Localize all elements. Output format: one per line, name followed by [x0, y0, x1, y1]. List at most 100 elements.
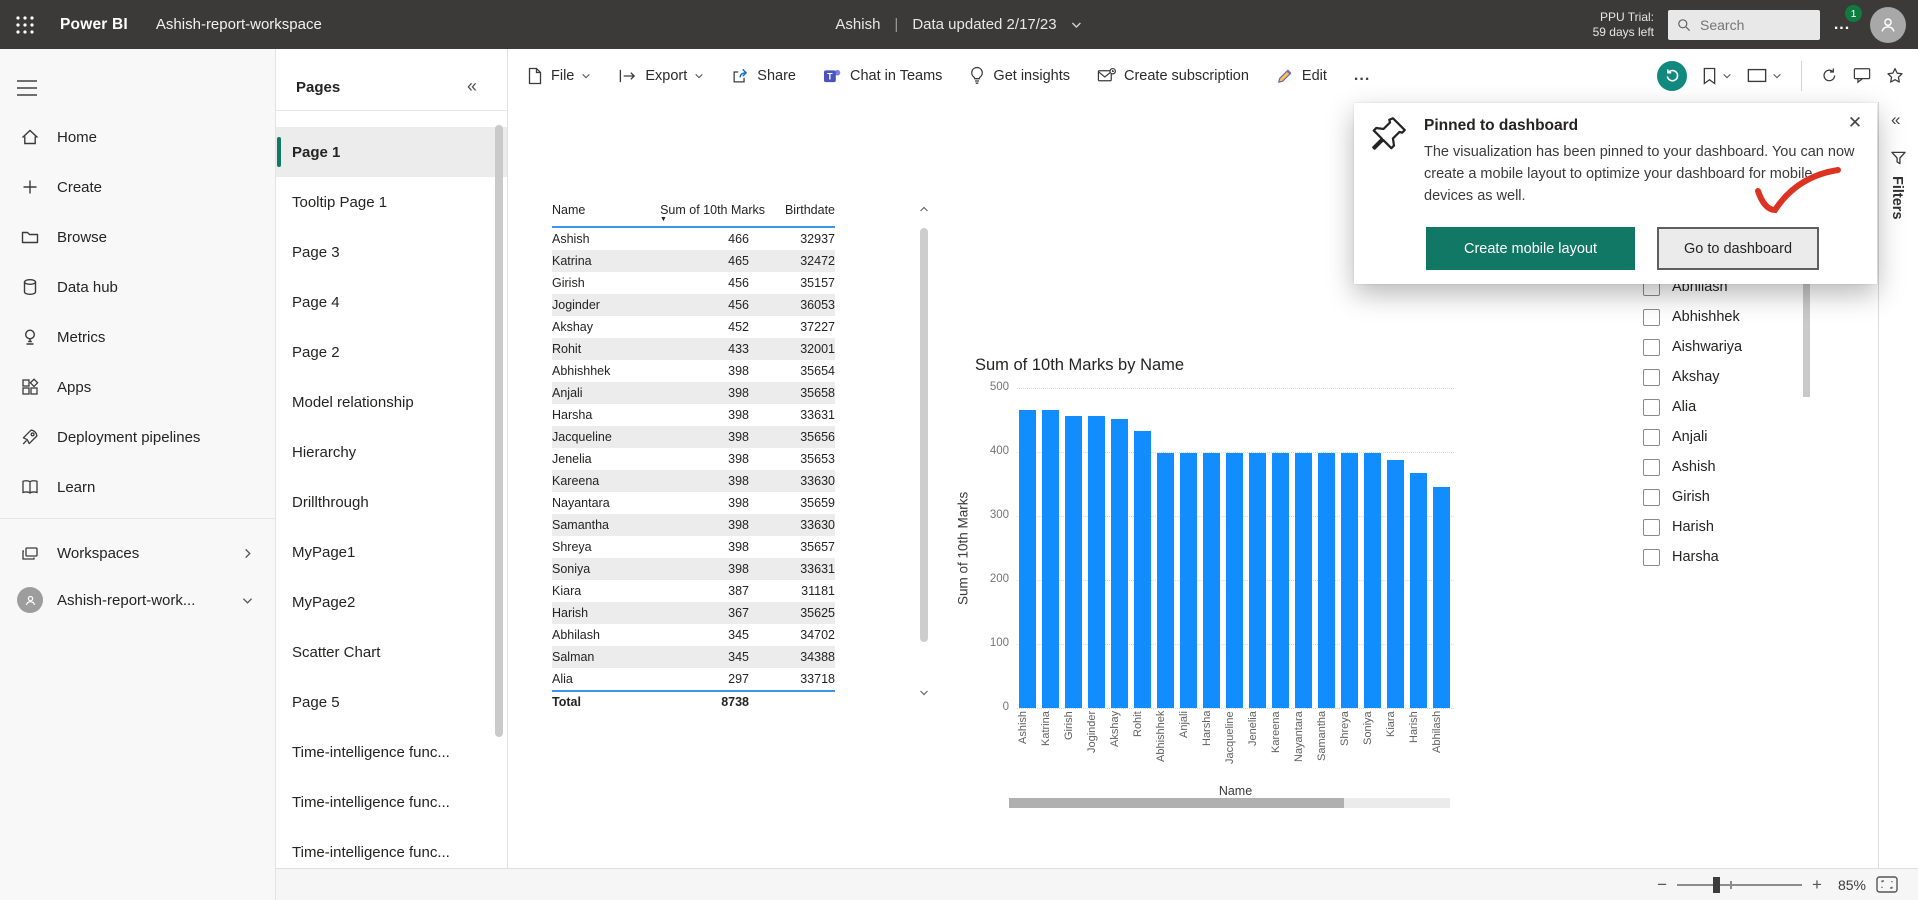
chat-in-teams-button[interactable]: T Chat in Teams — [823, 67, 942, 85]
reset-filters-icon[interactable] — [1657, 61, 1687, 91]
table-row[interactable]: Girish45635157 — [552, 272, 835, 294]
page-item[interactable]: Page 3 — [276, 227, 507, 277]
app-launcher-icon[interactable] — [13, 13, 37, 37]
sidebar-item-home[interactable]: Home — [0, 112, 275, 162]
sidebar-item-metrics[interactable]: Metrics — [0, 312, 275, 362]
sidebar-item-deployment-pipelines[interactable]: Deployment pipelines — [0, 412, 275, 462]
bar-Abhilash[interactable] — [1433, 487, 1450, 708]
bar-Katrina[interactable] — [1042, 410, 1059, 708]
page-item[interactable]: Page 5 — [276, 677, 507, 727]
zoom-slider-thumb[interactable] — [1713, 877, 1720, 893]
bar-Samantha[interactable] — [1318, 453, 1335, 708]
slicer-item-harish[interactable]: Harish — [1643, 512, 1813, 542]
bar-Harish[interactable] — [1410, 473, 1427, 708]
bar-Soniya[interactable] — [1364, 453, 1381, 708]
expand-filters-icon[interactable]: « — [1891, 110, 1900, 130]
table-visual[interactable]: Name Sum of 10th Marks ▼ Birthdate Ashis… — [552, 203, 835, 712]
table-row[interactable]: Nayantara39835659 — [552, 492, 835, 514]
table-row[interactable]: Katrina46532472 — [552, 250, 835, 272]
page-item[interactable]: Page 1 — [276, 127, 507, 177]
data-updated-label[interactable]: Data updated 2/17/23 — [912, 16, 1056, 33]
sidebar-item-workspaces[interactable]: Workspaces — [0, 528, 275, 578]
bar-Ashish[interactable] — [1019, 410, 1036, 708]
bar-Abhishhek[interactable] — [1157, 453, 1174, 708]
sidebar-item-apps[interactable]: Apps — [0, 362, 275, 412]
checkbox-unchecked[interactable] — [1643, 339, 1660, 356]
page-item[interactable]: Time-intelligence func... — [276, 827, 507, 868]
bar-Rohit[interactable] — [1134, 431, 1151, 708]
search-input[interactable] — [1700, 17, 1810, 33]
table-row[interactable]: Kiara38731181 — [552, 580, 835, 602]
column-header-marks[interactable]: Sum of 10th Marks ▼ — [642, 203, 765, 226]
checkbox-unchecked[interactable] — [1643, 399, 1660, 416]
table-row[interactable]: Harish36735625 — [552, 602, 835, 624]
workspace-breadcrumb[interactable]: Ashish-report-workspace — [156, 16, 322, 33]
table-row[interactable]: Alia29733718 — [552, 668, 835, 690]
table-row[interactable]: Soniya39833631 — [552, 558, 835, 580]
bar-Kareena[interactable] — [1272, 453, 1289, 708]
page-item[interactable]: Time-intelligence func... — [276, 777, 507, 827]
column-header-name[interactable]: Name — [552, 203, 642, 226]
notification-badge[interactable]: 1 — [1845, 5, 1862, 22]
go-to-dashboard-button[interactable]: Go to dashboard — [1657, 227, 1819, 270]
page-item[interactable]: Model relationship — [276, 377, 507, 427]
sidebar-item-current-workspace[interactable]: Ashish-report-work... — [0, 575, 275, 625]
bar-Jacqueline[interactable] — [1226, 453, 1243, 708]
global-search[interactable] — [1668, 10, 1820, 40]
pages-scrollbar[interactable] — [495, 125, 503, 737]
table-row[interactable]: Jenelia39835653 — [552, 448, 835, 470]
zoom-slider-track[interactable] — [1677, 884, 1802, 886]
toolbar-more-icon[interactable]: ... — [1354, 67, 1370, 85]
table-row[interactable]: Akshay45237227 — [552, 316, 835, 338]
bar-Kiara[interactable] — [1387, 460, 1404, 708]
checkbox-unchecked[interactable] — [1643, 309, 1660, 326]
table-row[interactable]: Shreya39835657 — [552, 536, 835, 558]
table-scrollbar-thumb[interactable] — [920, 228, 928, 642]
bar-Harsha[interactable] — [1203, 453, 1220, 708]
bar-chart-visual[interactable]: Sum of 10th Marks by Name Sum of 10th Ma… — [955, 352, 1467, 822]
page-item[interactable]: Page 2 — [276, 327, 507, 377]
table-row[interactable]: Salman34534388 — [552, 646, 835, 668]
fit-to-page-icon[interactable] — [1876, 876, 1898, 893]
get-insights-button[interactable]: Get insights — [969, 66, 1070, 85]
table-row[interactable]: Ashish46632937 — [552, 228, 835, 250]
filter-funnel-icon[interactable] — [1890, 150, 1907, 166]
table-row[interactable]: Jacqueline39835656 — [552, 426, 835, 448]
sidebar-item-data-hub[interactable]: Data hub — [0, 262, 275, 312]
checkbox-unchecked[interactable] — [1643, 369, 1660, 386]
page-item[interactable]: Drillthrough — [276, 477, 507, 527]
table-row[interactable]: Samantha39833630 — [552, 514, 835, 536]
close-icon[interactable]: ✕ — [1843, 111, 1867, 135]
hamburger-menu-icon[interactable] — [16, 79, 38, 97]
page-item[interactable]: Scatter Chart — [276, 627, 507, 677]
slicer-item-ashish[interactable]: Ashish — [1643, 452, 1813, 482]
bar-Girish[interactable] — [1065, 416, 1082, 708]
account-avatar[interactable] — [1870, 7, 1906, 43]
table-row[interactable]: Abhishhek39835654 — [552, 360, 835, 382]
notifications-more[interactable]: ... 1 — [1820, 0, 1864, 49]
create-subscription-button[interactable]: Create subscription — [1097, 67, 1249, 84]
slicer-item-anjali[interactable]: Anjali — [1643, 422, 1813, 452]
page-item[interactable]: MyPage1 — [276, 527, 507, 577]
slicer-scrollbar[interactable] — [1803, 284, 1810, 397]
checkbox-unchecked[interactable] — [1643, 549, 1660, 566]
zoom-slider[interactable] — [1677, 876, 1802, 894]
table-row[interactable]: Rohit43332001 — [552, 338, 835, 360]
export-menu[interactable]: Export — [618, 68, 704, 84]
refresh-icon[interactable] — [1821, 67, 1838, 84]
file-menu[interactable]: File — [527, 67, 591, 85]
page-item[interactable]: Hierarchy — [276, 427, 507, 477]
page-item[interactable]: Tooltip Page 1 — [276, 177, 507, 227]
bar-Akshay[interactable] — [1111, 419, 1128, 708]
bar-Jenelia[interactable] — [1249, 453, 1266, 708]
slicer-item-aishwariya[interactable]: Aishwariya — [1643, 332, 1813, 362]
checkbox-unchecked[interactable] — [1643, 489, 1660, 506]
table-row[interactable]: Abhilash34534702 — [552, 624, 835, 646]
filters-rail-label[interactable]: Filters — [1889, 176, 1905, 220]
chevron-down-icon[interactable] — [1071, 19, 1083, 31]
chart-scrollbar-thumb[interactable] — [1009, 798, 1344, 808]
checkbox-unchecked[interactable] — [1643, 429, 1660, 446]
slicer-item-alia[interactable]: Alia — [1643, 392, 1813, 422]
slicer-item-harsha[interactable]: Harsha — [1643, 542, 1813, 572]
checkbox-unchecked[interactable] — [1643, 459, 1660, 476]
